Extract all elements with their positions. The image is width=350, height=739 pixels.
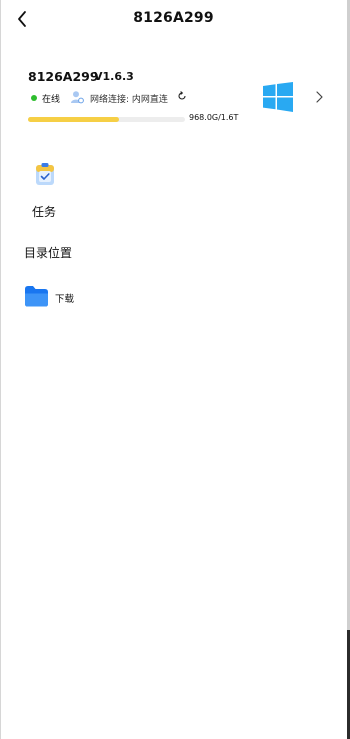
device-version: V1.6.3 (94, 70, 134, 83)
chevron-right-icon (316, 91, 323, 103)
online-status-text: 在线 (42, 95, 61, 105)
device-card[interactable]: 8126A299 V1.6.3 在线 网络连接: 内网直连 968.0G/1.6… (0, 60, 347, 135)
storage-progress-track (28, 117, 185, 122)
device-name: 8126A299 (28, 69, 99, 84)
directory-section-title: 目录位置 (24, 246, 73, 260)
network-connection-label: 网络连接: 内网直连 (90, 95, 168, 105)
page-title: 8126A299 (133, 10, 214, 26)
user-network-icon (71, 91, 84, 104)
folder-label: 下载 (55, 294, 75, 305)
folder-icon (25, 286, 48, 307)
tasks-entry[interactable]: 任务 (20, 157, 80, 222)
task-clipboard-icon (36, 163, 54, 185)
storage-usage-text: 968.0G/1.6T (189, 113, 239, 122)
folder-download[interactable]: 下载 (20, 283, 170, 311)
tasks-label: 任务 (32, 205, 57, 219)
windows-logo-icon (263, 82, 293, 112)
storage-progress-fill (28, 117, 120, 122)
refresh-icon[interactable] (177, 91, 187, 101)
online-status-dot (31, 95, 37, 101)
header: 8126A299 (0, 0, 347, 40)
